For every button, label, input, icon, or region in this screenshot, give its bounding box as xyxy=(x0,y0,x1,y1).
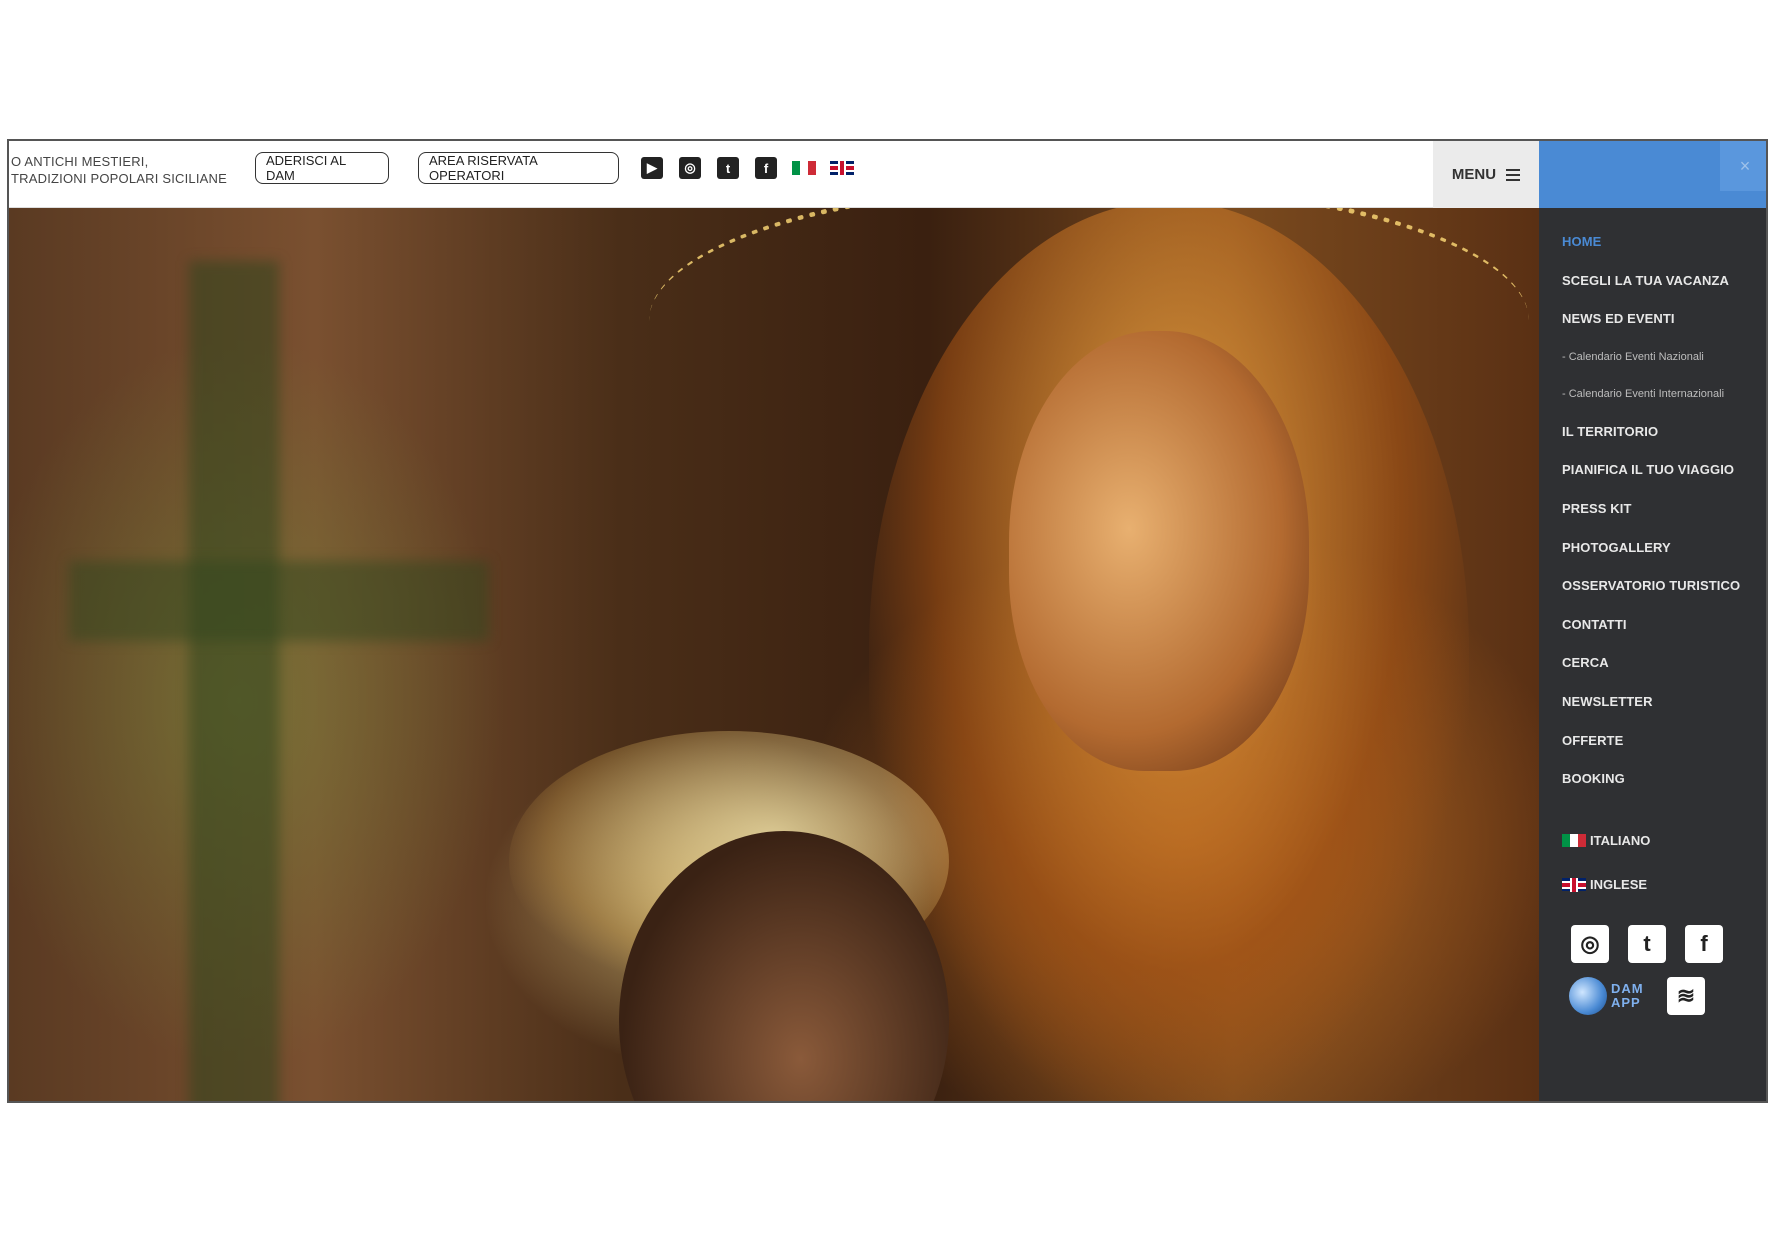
join-dam-button[interactable]: ADERISCI AL DAM xyxy=(255,152,389,184)
italian-flag-icon[interactable] xyxy=(792,161,816,175)
close-icon[interactable]: × xyxy=(1720,141,1766,191)
sidebar-nav: HOME SCEGLI LA TUA VACANZA NEWS ED EVENT… xyxy=(1562,223,1762,799)
nav-subitem-calendario-nazionali[interactable]: - Calendario Eventi Nazionali xyxy=(1562,339,1762,376)
twitter-icon[interactable]: t xyxy=(1628,925,1666,963)
nav-item-cerca[interactable]: CERCA xyxy=(1562,644,1762,683)
site-tagline: O ANTICHI MESTIERI, TRADIZIONI POPOLARI … xyxy=(11,153,227,187)
hero-image-blurred-cross xyxy=(189,261,279,1101)
nav-item-pianifica-il-tuo-viaggio[interactable]: PIANIFICA IL TUO VIAGGIO xyxy=(1562,451,1762,490)
hero-image-madonna-statue xyxy=(9,141,1539,1101)
hero-image-blurred-crossbar xyxy=(69,561,489,641)
site-tagline-line-1: O ANTICHI MESTIERI, xyxy=(11,154,149,169)
nav-item-photogallery[interactable]: PHOTOGALLERY xyxy=(1562,529,1762,568)
nav-item-newsletter[interactable]: NEWSLETTER xyxy=(1562,683,1762,722)
side-navigation-panel: × HOME SCEGLI LA TUA VACANZA NEWS ED EVE… xyxy=(1539,141,1766,1101)
nav-item-contatti[interactable]: CONTATTI xyxy=(1562,606,1762,645)
nav-item-scegli-la-tua-vacanza[interactable]: SCEGLI LA TUA VACANZA xyxy=(1562,262,1762,301)
dam-app-text-line-2: APP xyxy=(1611,995,1641,1010)
language-label-inglese: INGLESE xyxy=(1590,877,1648,892)
uk-flag-icon xyxy=(1562,878,1586,892)
instagram-icon[interactable]: ◎ xyxy=(1571,925,1609,963)
italian-flag-icon xyxy=(1562,834,1586,847)
language-label-italiano: ITALIANO xyxy=(1590,833,1651,848)
dam-app-text-line-1: DAM xyxy=(1611,981,1644,996)
nav-item-press-kit[interactable]: PRESS KIT xyxy=(1562,490,1762,529)
language-option-italiano[interactable]: ITALIANO xyxy=(1562,833,1650,848)
dam-app-logo-text: DAM APP xyxy=(1611,982,1644,1010)
menu-button[interactable]: MENU xyxy=(1433,141,1539,208)
sidebar-header: × xyxy=(1539,141,1766,208)
site-tagline-line-2: TRADIZIONI POPOLARI SICILIANE xyxy=(11,171,228,186)
twitter-icon[interactable]: t xyxy=(717,157,739,179)
top-header-bar: O ANTICHI MESTIERI, TRADIZIONI POPOLARI … xyxy=(9,141,1539,208)
youtube-icon[interactable]: ▶ xyxy=(641,157,663,179)
nav-item-news-ed-eventi[interactable]: NEWS ED EVENTI xyxy=(1562,300,1762,339)
facebook-icon[interactable]: f xyxy=(755,157,777,179)
language-option-inglese[interactable]: INGLESE xyxy=(1562,877,1647,892)
browser-viewport: O ANTICHI MESTIERI, TRADIZIONI POPOLARI … xyxy=(7,139,1768,1103)
facebook-icon[interactable]: f xyxy=(1685,925,1723,963)
instagram-icon[interactable]: ◎ xyxy=(679,157,701,179)
rss-icon[interactable]: ≋ xyxy=(1667,977,1705,1015)
operators-area-button[interactable]: AREA RISERVATA OPERATORI xyxy=(418,152,619,184)
nav-item-offerte[interactable]: OFFERTE xyxy=(1562,722,1762,761)
hamburger-icon xyxy=(1506,168,1521,181)
menu-label: MENU xyxy=(1451,166,1497,183)
dam-app-link[interactable]: DAM APP xyxy=(1569,977,1651,1015)
nav-item-home[interactable]: HOME xyxy=(1562,223,1762,262)
uk-flag-icon[interactable] xyxy=(830,161,854,175)
nav-subitem-calendario-internazionali[interactable]: - Calendario Eventi Internazionali xyxy=(1562,376,1762,413)
hero-image-madonna-face xyxy=(1009,331,1309,771)
nav-item-il-territorio[interactable]: IL TERRITORIO xyxy=(1562,413,1762,452)
dam-app-logo-icon xyxy=(1569,977,1607,1015)
nav-item-osservatorio-turistico[interactable]: OSSERVATORIO TURISTICO xyxy=(1562,567,1762,606)
nav-item-booking[interactable]: BOOKING xyxy=(1562,760,1762,799)
